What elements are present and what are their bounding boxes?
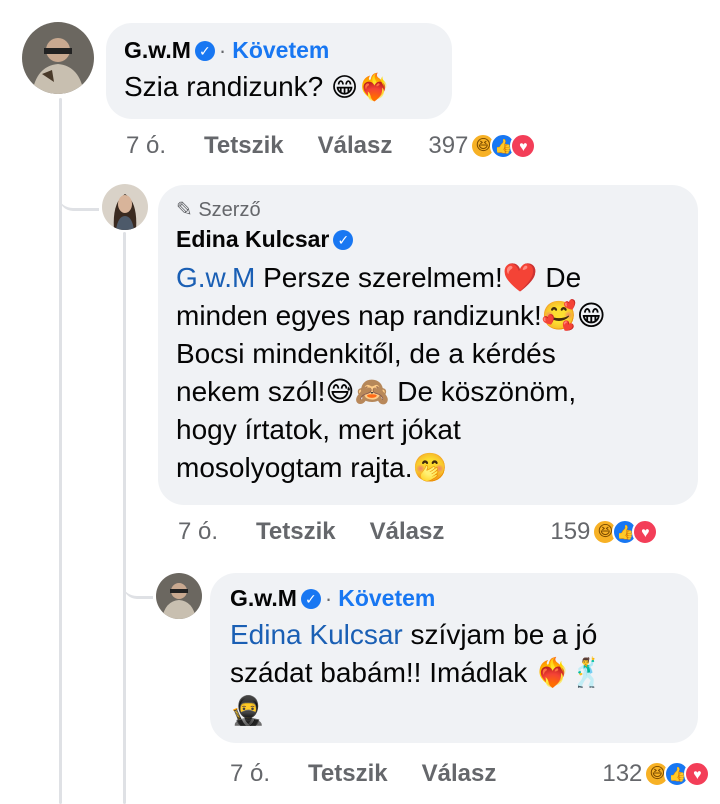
- thread-connector-2: [123, 568, 153, 599]
- reply-button[interactable]: Válasz: [370, 518, 445, 546]
- comment-text: Szia randizunk?: [124, 71, 324, 102]
- timestamp[interactable]: 7 ó.: [126, 132, 166, 160]
- follow-button[interactable]: Követem: [338, 585, 435, 612]
- separator: ·: [324, 585, 333, 611]
- comment-line: szívjam be a jó: [410, 619, 598, 650]
- emoji-grin-fire-heart: 😁❤️‍🔥: [331, 72, 391, 102]
- comment-line: mosolyogtam rajta.🤭: [176, 452, 448, 483]
- reaction-count[interactable]: 132: [602, 760, 642, 788]
- avatar[interactable]: [102, 184, 148, 230]
- comment-actions: 7 ó. Tetszik Válasz 159 😆 👍 ♥: [178, 518, 659, 546]
- avatar[interactable]: [22, 22, 94, 94]
- comment-actions: 7 ó. Tetszik Válasz 397 😆 👍 ♥: [126, 132, 537, 160]
- emoji-ninja: 🥷: [230, 695, 265, 726]
- avatar[interactable]: [156, 573, 202, 619]
- follow-button[interactable]: Követem: [232, 37, 329, 64]
- reaction-count[interactable]: 159: [550, 518, 590, 546]
- reply-button[interactable]: Válasz: [422, 760, 497, 788]
- love-icon: ♥: [510, 133, 537, 159]
- timestamp[interactable]: 7 ó.: [178, 518, 218, 546]
- comment-bubble: G.w.M ✓ · Követem Szia randizunk? 😁❤️‍🔥: [106, 23, 452, 119]
- like-button[interactable]: Tetszik: [256, 518, 336, 546]
- thread-line-reply: [123, 232, 126, 804]
- comment-line: hogy írtatok, mert jókat: [176, 414, 461, 445]
- comment-line: Bocsi mindenkitől, de a kérdés: [176, 338, 556, 369]
- author-name[interactable]: G.w.M: [230, 585, 297, 612]
- thread-connector-1: [59, 180, 99, 211]
- author-tag: ✎ Szerző: [176, 199, 261, 221]
- separator: ·: [218, 37, 227, 63]
- author-name[interactable]: G.w.M: [124, 37, 191, 64]
- pencil-icon: ✎: [176, 199, 193, 221]
- mention-link[interactable]: Edina Kulcsar: [230, 619, 403, 650]
- comment-actions: 7 ó. Tetszik Válasz 132 😆 👍 ♥: [230, 760, 711, 788]
- comment-line: Persze szerelmem!❤️ De: [263, 262, 582, 293]
- timestamp[interactable]: 7 ó.: [230, 760, 270, 788]
- love-icon: ♥: [632, 519, 659, 545]
- comment-bubble: G.w.M ✓ · Követem Edina Kulcsar szívjam …: [210, 573, 698, 743]
- reply-button[interactable]: Válasz: [318, 132, 393, 160]
- love-icon: ♥: [684, 761, 711, 787]
- comment-line: minden egyes nap randizunk!🥰😁: [176, 300, 606, 331]
- verified-check-icon: ✓: [300, 588, 321, 609]
- verified-check-icon: ✓: [194, 40, 215, 61]
- author-name[interactable]: Edina Kulcsar: [176, 226, 329, 253]
- like-button[interactable]: Tetszik: [308, 760, 388, 788]
- verified-check-icon: ✓: [333, 229, 354, 250]
- reaction-count[interactable]: 397: [428, 132, 468, 160]
- like-button[interactable]: Tetszik: [204, 132, 284, 160]
- comment-bubble: ✎ Szerző Edina Kulcsar ✓ G.w.M Persze sz…: [158, 185, 698, 505]
- mention-link[interactable]: G.w.M: [176, 262, 255, 293]
- comment-line: nekem szól!😅🙈 De köszönöm,: [176, 376, 577, 407]
- comment-line: szádat babám!! Imádlak ❤️‍🔥🕺: [230, 657, 605, 688]
